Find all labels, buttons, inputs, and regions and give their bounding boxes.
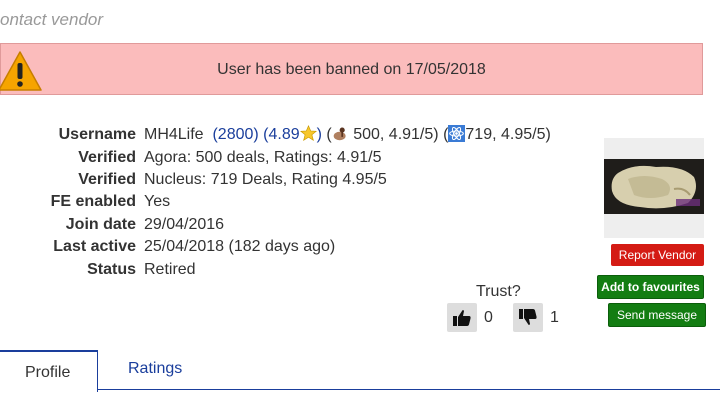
report-vendor-button[interactable]: Report Vendor	[611, 244, 704, 266]
tabs-divider	[98, 389, 720, 390]
rating-open[interactable]: (4.89	[263, 126, 299, 143]
tab-ratings[interactable]: Ratings	[128, 360, 182, 378]
vendor-avatar[interactable]	[604, 138, 704, 238]
verified-agora-value: Agora: 500 deals, Ratings: 4.91/5	[144, 149, 382, 166]
fe-enabled-value: Yes	[144, 193, 171, 210]
nucleus-icon	[448, 125, 466, 142]
vendor-avatar-image	[604, 159, 704, 214]
verified-label: Verified	[78, 149, 136, 166]
agora-icon	[333, 127, 346, 141]
agora-stats: 500, 4.91/5)	[353, 126, 439, 143]
thumbs-down-count: 1	[550, 309, 559, 326]
username-label: Username	[58, 126, 136, 143]
join-date-value: 29/04/2016	[144, 216, 225, 233]
vendor-tabs: Profile Ratings	[0, 350, 720, 402]
last-active-value: 25/04/2018 (182 days ago)	[144, 238, 336, 255]
add-to-favourites-button[interactable]: Add to favourites	[597, 275, 704, 299]
product-photo-icon	[604, 159, 704, 214]
fe-enabled-label: FE enabled	[50, 193, 136, 210]
verified-nucleus-value: Nucleus: 719 Deals, Rating 4.95/5	[144, 171, 387, 188]
tab-profile[interactable]: Profile	[0, 350, 98, 392]
thumbs-up-count: 0	[484, 309, 493, 326]
thumbs-down-icon	[519, 309, 537, 325]
join-date-label: Join date	[65, 216, 136, 233]
ban-banner: User has been banned on 17/05/2018	[0, 43, 703, 95]
send-message-button[interactable]: Send message	[608, 303, 706, 327]
trust-label: Trust?	[476, 283, 521, 300]
feedback-count-link[interactable]: (2800)	[212, 126, 258, 143]
ban-message: User has been banned on 17/05/2018	[217, 61, 486, 78]
username-value: MH4Life (2800) (4.89) ( 500, 4.91/5) (71…	[144, 124, 551, 146]
thumbs-up-icon	[453, 310, 471, 326]
star-icon	[299, 125, 317, 142]
verified-label: Verified	[78, 171, 136, 188]
rating-close[interactable]: )	[317, 126, 322, 143]
status-value: Retired	[144, 261, 196, 278]
last-active-label: Last active	[53, 238, 136, 255]
status-label: Status	[87, 261, 136, 278]
page-title: ontact vendor	[0, 10, 104, 29]
username: MH4Life	[144, 126, 204, 143]
nucleus-stats: 719, 4.95/5)	[465, 126, 551, 143]
thumbs-down-button[interactable]	[513, 303, 543, 332]
thumbs-up-button[interactable]	[447, 303, 477, 332]
tab-profile-label: Profile	[25, 364, 71, 381]
